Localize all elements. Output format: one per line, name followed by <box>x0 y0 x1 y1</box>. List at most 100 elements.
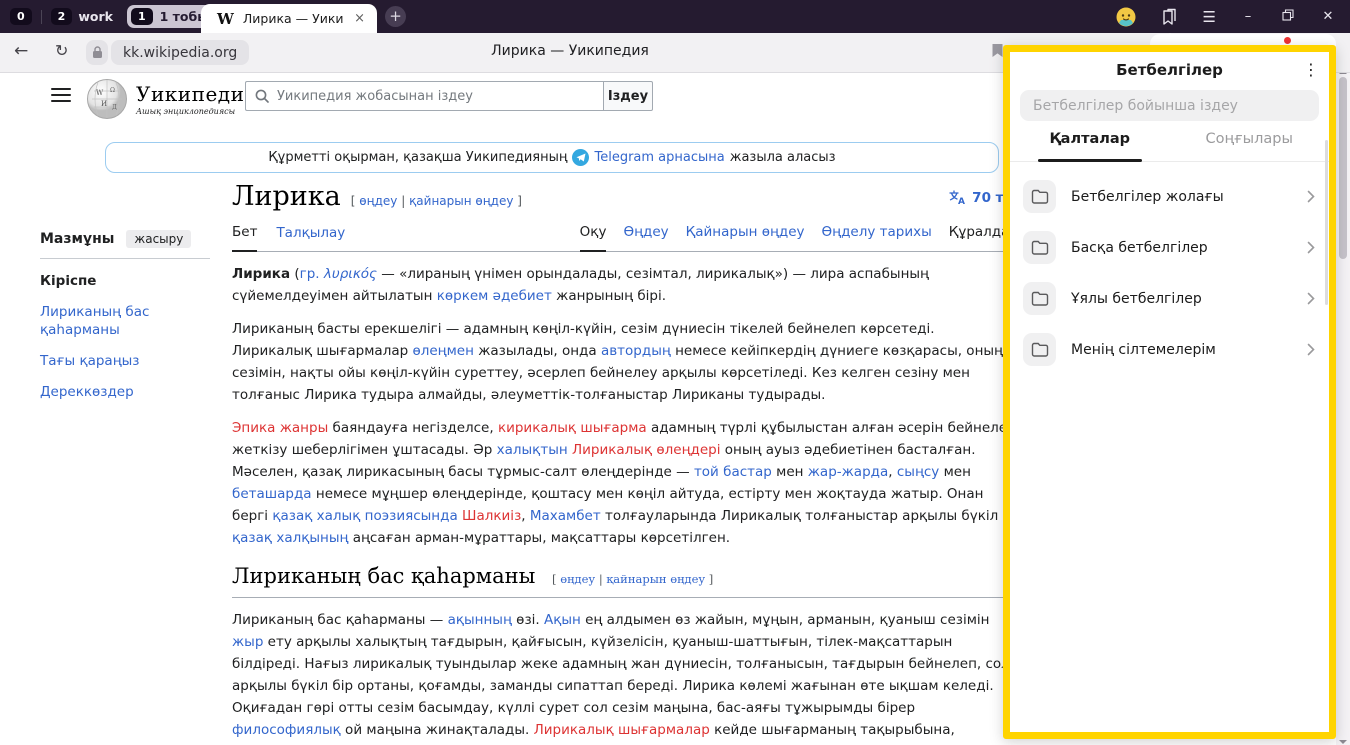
toc-item-intro[interactable]: Кіріспе <box>40 272 210 290</box>
toc-item-see-also[interactable]: Тағы қараңыз <box>40 352 210 370</box>
bookmarks-panel: Бетбелгілер ⋮ Бетбелгілер бойынша іздеу … <box>1003 45 1336 739</box>
window-minimize-button[interactable]: – <box>1240 9 1256 24</box>
wikilink[interactable]: қазақ халқының <box>232 530 348 546</box>
kebab-menu-icon[interactable]: ⋮ <box>1303 60 1319 79</box>
wikilink[interactable]: көркем әдебиет <box>437 288 552 304</box>
chevron-right-icon <box>1307 343 1315 356</box>
scroll-down-icon[interactable] <box>1339 731 1347 739</box>
wikilink[interactable]: ақынның <box>448 612 512 628</box>
bookmarks-toolbar-button[interactable] <box>1160 8 1179 26</box>
red-wikilink[interactable]: Эпика жанры <box>232 420 328 436</box>
tab-page[interactable]: Бет <box>232 221 257 252</box>
red-wikilink[interactable]: Лирикалық шығармалар <box>534 722 710 738</box>
wikilink[interactable]: автордың <box>601 343 671 359</box>
tab-talk[interactable]: Талқылау <box>276 222 345 251</box>
wiki-search-input[interactable]: Уикипедия жобасынан іздеу <box>245 81 603 111</box>
toc-title: Мазмұны <box>40 231 114 247</box>
wiki-main-menu-button[interactable] <box>51 88 71 102</box>
tab-history[interactable]: Өңделу тарихы <box>822 221 932 251</box>
text-segment: ой маңына жинақталады. <box>341 722 534 738</box>
tab-edit-source[interactable]: Қайнарын өңдеу <box>686 221 805 251</box>
wikilink[interactable]: сыңсу <box>897 464 939 480</box>
edit-source-link[interactable]: қайнарын өңдеу <box>409 194 513 208</box>
edit-link[interactable]: өңдеу <box>359 194 397 208</box>
new-tab-button[interactable]: + <box>385 6 406 27</box>
tab-group-0-badge[interactable]: 0 <box>10 8 32 25</box>
wikilink[interactable]: халықтын <box>497 442 568 458</box>
bookmarks-icon <box>1160 8 1179 26</box>
article-content: Лирика [ өңдеу | қайнарын өңдеу ] A 70 т… <box>232 186 1018 745</box>
profile-avatar[interactable] <box>1116 7 1136 27</box>
bracket: ] <box>709 572 714 586</box>
scrollbar-thumb[interactable] <box>1339 77 1347 259</box>
paragraph-3: Эпика жанры баяндауға негізделсе, кирика… <box>232 417 1018 549</box>
toc-item-hero[interactable]: Лириканың бас қаһарманы <box>40 303 180 339</box>
article-title: Лирика <box>232 186 341 208</box>
wikipedia-favicon: W <box>217 10 234 28</box>
tab-group-work-label[interactable]: work <box>78 9 113 24</box>
popup-callout-arrow <box>1161 33 1179 45</box>
tab-recent[interactable]: Соңғылары <box>1170 131 1330 161</box>
text-segment: толғауларында Лирикалық толғаныстар арқы… <box>601 508 999 524</box>
paragraph-1: Лирика (гр. λυρικός — «лираның үнімен ор… <box>232 263 1018 307</box>
bookmarks-tabs: Қалталар Соңғылары <box>1010 131 1329 162</box>
wikipedia-logo[interactable]: W Ω И Д УикипедиЯ Ашық энциклопедиясы <box>86 78 261 120</box>
wikilink[interactable]: қазақ халық поэзиясында <box>272 508 457 524</box>
site-security-chip[interactable] <box>86 40 108 65</box>
browser-topbar: 0 2 work 1 1 тобы W Лирика — Уикипедия ×… <box>0 0 1350 33</box>
table-of-contents: Мазмұны жасыру Кіріспе Лириканың бас қаһ… <box>40 230 210 401</box>
folder-label: Ұялы бетбелгілер <box>1071 291 1307 307</box>
folder-row-other-bookmarks[interactable]: Басқа бетбелгілер <box>1010 222 1329 273</box>
wiki-search-button[interactable]: Іздеу <box>603 81 653 111</box>
tab-group-work-badge[interactable]: 2 <box>51 8 73 25</box>
red-wikilink[interactable]: Лирикалық өлеңдері <box>572 442 721 458</box>
section-edit-links: [ өңдеу | қайнарын өңдеу ] <box>552 572 713 586</box>
reload-button[interactable]: ↻ <box>55 41 68 60</box>
folder-row-mobile-bookmarks[interactable]: Ұялы бетбелгілер <box>1010 273 1329 324</box>
red-wikilink[interactable]: Шалкиіз <box>462 508 521 524</box>
back-button[interactable]: ← <box>14 41 28 61</box>
svg-text:Ω: Ω <box>110 87 115 94</box>
toc-hide-button[interactable]: жасыру <box>126 230 191 248</box>
red-wikilink[interactable]: кирикалық шығарма <box>498 420 647 436</box>
folder-label: Бетбелгілер жолағы <box>1071 189 1307 205</box>
window-restore-button[interactable] <box>1280 9 1296 25</box>
wikilink[interactable]: жыр <box>232 634 263 650</box>
wikilink[interactable]: өлеңмен <box>412 343 473 359</box>
topbar-right-controls: ☰ – ✕ <box>1116 7 1350 27</box>
folder-row-my-links[interactable]: Менің сілтемелерім <box>1010 324 1329 375</box>
window-close-button[interactable]: ✕ <box>1320 9 1336 24</box>
section-heading-text: Лириканың бас қаһарманы <box>232 564 535 588</box>
wikilink[interactable]: гр. <box>300 266 320 282</box>
text-segment: , <box>521 508 530 524</box>
section-edit-link[interactable]: өңдеу <box>560 572 595 586</box>
wikilink[interactable]: λυρικός <box>324 266 377 282</box>
page-scrollbar[interactable] <box>1336 55 1350 745</box>
folder-row-bookmarks-bar[interactable]: Бетбелгілер жолағы <box>1010 171 1329 222</box>
bookmarks-search-input[interactable]: Бетбелгілер бойынша іздеу <box>1020 90 1319 121</box>
tab-edit[interactable]: Өңдеу <box>623 221 668 251</box>
folder-icon <box>1031 240 1049 255</box>
svg-text:И: И <box>101 100 107 108</box>
sitenotice-banner: Құрметті оқырман, қазақша Уикипедияның T… <box>105 142 999 173</box>
tab-read[interactable]: Оқу <box>580 221 607 252</box>
folder-label: Менің сілтемелерім <box>1071 342 1307 358</box>
paragraph-2: Лириканың басты ерекшелігі — адамның көң… <box>232 318 1018 406</box>
text-segment: ең алдымен өз жайын, мұңын, арманын, қуа… <box>581 612 990 628</box>
tab-folders[interactable]: Қалталар <box>1010 131 1170 161</box>
panel-scrollbar-thumb[interactable] <box>1325 140 1328 305</box>
wikilink[interactable]: Махамбет <box>530 508 601 524</box>
browser-tab-active[interactable]: W Лирика — Уикипедия × <box>201 4 377 33</box>
lock-icon <box>92 46 103 59</box>
toc-item-references[interactable]: Дереккөздер <box>40 383 210 401</box>
section-edit-source-link[interactable]: қайнарын өңдеу <box>606 572 705 586</box>
url-field[interactable]: kk.wikipedia.org <box>111 40 249 65</box>
wikilink[interactable]: Ақын <box>544 612 581 628</box>
wikilink[interactable]: той бастар <box>694 464 772 480</box>
wikilink[interactable]: жар-жарда <box>808 464 889 480</box>
wikilink[interactable]: беташарда <box>232 486 312 502</box>
telegram-channel-link[interactable]: Telegram арнасына <box>594 150 724 165</box>
tab-close-icon[interactable]: × <box>352 11 367 26</box>
wikilink[interactable]: философиялық <box>232 722 341 738</box>
browser-menu-icon[interactable]: ☰ <box>1203 8 1216 26</box>
